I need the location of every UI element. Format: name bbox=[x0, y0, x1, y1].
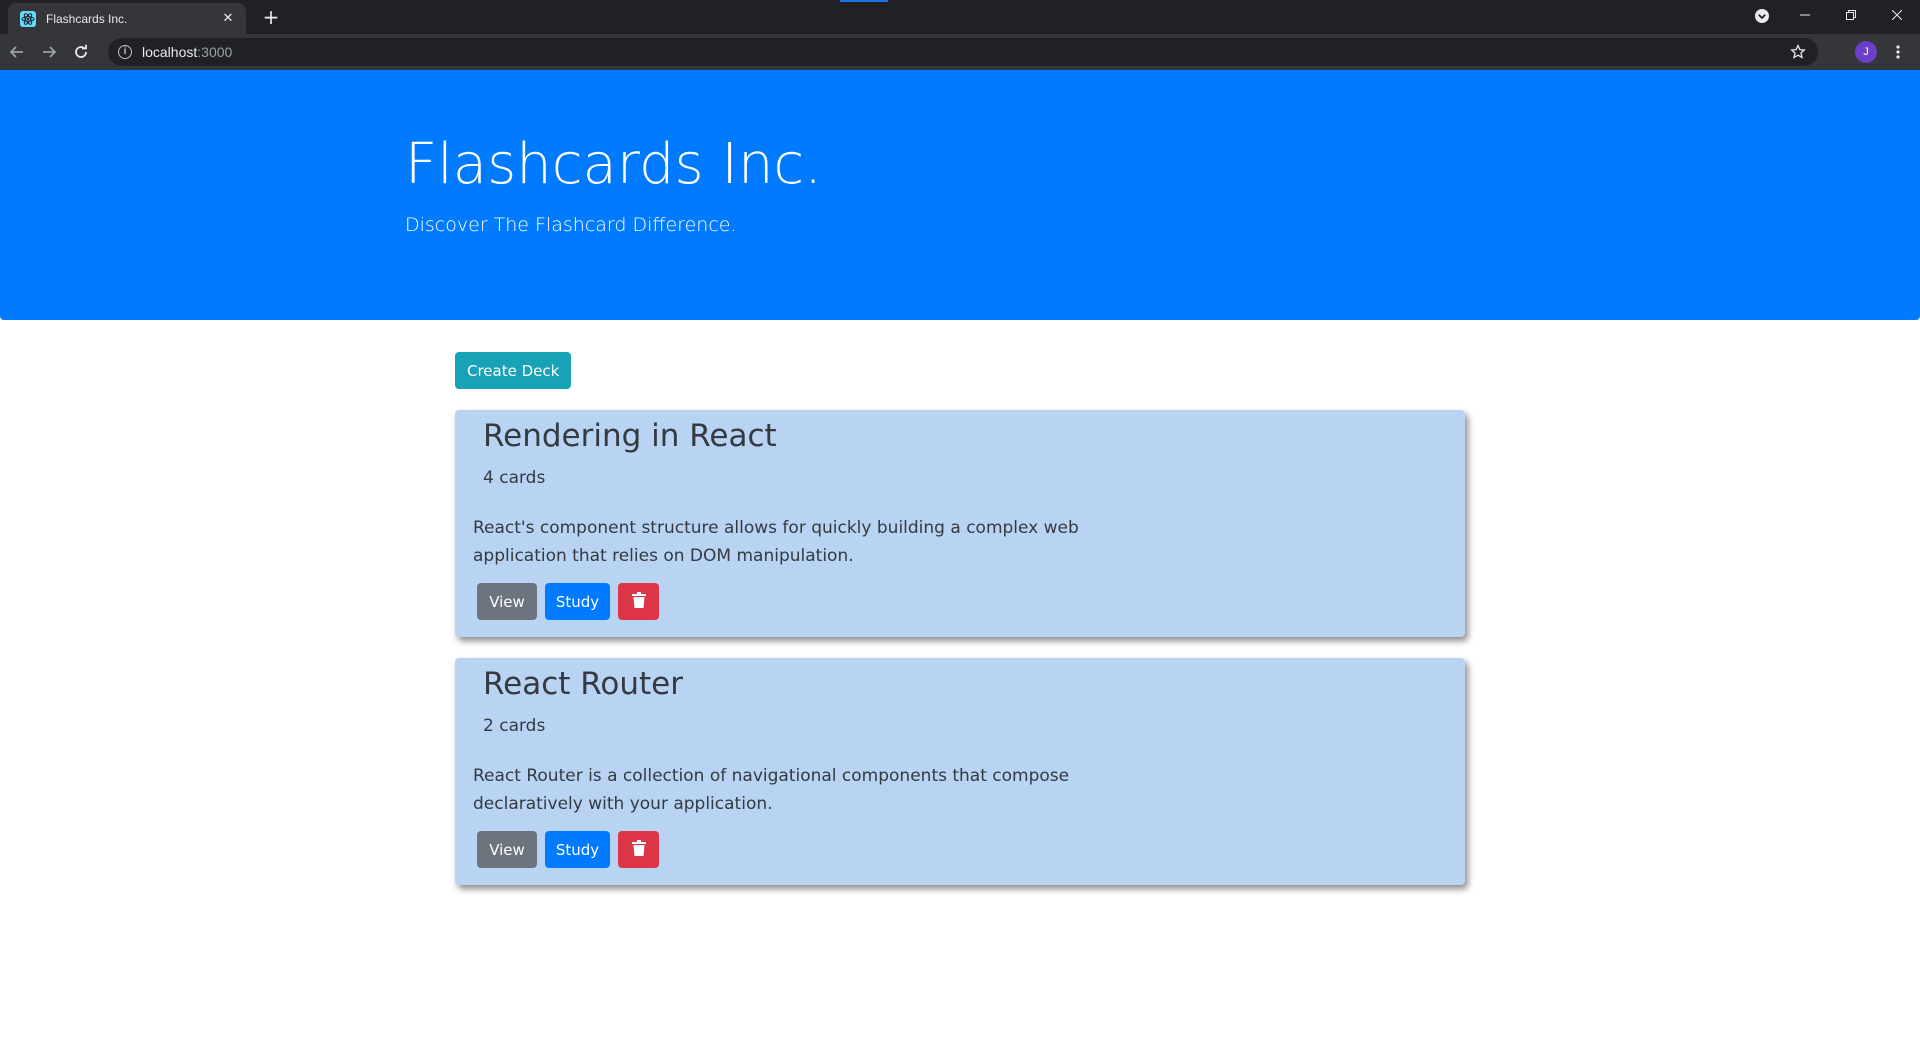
forward-arrow-icon[interactable] bbox=[34, 37, 64, 67]
tab-search-icon[interactable] bbox=[1754, 8, 1770, 28]
back-arrow-icon[interactable] bbox=[2, 37, 32, 67]
trash-icon bbox=[631, 591, 646, 612]
browser-toolbar: i localhost:3000 J bbox=[0, 34, 1920, 70]
page-title: Flashcards Inc. bbox=[405, 132, 823, 197]
site-info-icon[interactable]: i bbox=[118, 45, 132, 59]
url-port: :3000 bbox=[197, 44, 233, 60]
deck-actions: View Study bbox=[477, 583, 659, 620]
browser-tab-strip: Flashcards Inc. ✕ + bbox=[0, 0, 1920, 34]
browser-menu-icon[interactable] bbox=[1884, 38, 1912, 66]
delete-deck-button[interactable] bbox=[618, 831, 659, 868]
trash-icon bbox=[631, 839, 646, 860]
deck-card-count: 2 cards bbox=[483, 716, 546, 736]
close-tab-icon[interactable]: ✕ bbox=[220, 11, 236, 26]
deck-card-count: 4 cards bbox=[483, 468, 546, 488]
hero-banner: Flashcards Inc. Discover The Flashcard D… bbox=[0, 70, 1920, 320]
tab-indicator bbox=[840, 0, 888, 2]
study-deck-button[interactable]: Study bbox=[545, 831, 610, 868]
deck-card: React Router 2 cards React Router is a c… bbox=[455, 658, 1465, 885]
profile-avatar[interactable]: J bbox=[1855, 41, 1877, 63]
close-window-icon[interactable] bbox=[1874, 0, 1920, 30]
view-deck-button[interactable]: View bbox=[477, 583, 537, 620]
browser-tab[interactable]: Flashcards Inc. ✕ bbox=[8, 3, 246, 34]
window-controls bbox=[1782, 0, 1920, 30]
page-subtitle: Discover The Flashcard Difference. bbox=[405, 214, 737, 236]
deck-card: Rendering in React 4 cards React's compo… bbox=[455, 410, 1465, 637]
url-text: localhost:3000 bbox=[142, 44, 232, 60]
url-host: localhost bbox=[142, 44, 198, 60]
view-deck-button[interactable]: View bbox=[477, 831, 537, 868]
deck-title: React Router bbox=[483, 666, 684, 702]
address-bar[interactable]: i localhost:3000 bbox=[108, 38, 1818, 66]
create-deck-button[interactable]: Create Deck bbox=[455, 352, 572, 389]
study-deck-button[interactable]: Study bbox=[545, 583, 610, 620]
deck-title: Rendering in React bbox=[483, 418, 777, 454]
reload-icon[interactable] bbox=[66, 37, 96, 67]
deck-actions: View Study bbox=[477, 831, 659, 868]
minimize-icon[interactable] bbox=[1782, 0, 1828, 30]
tab-title: Flashcards Inc. bbox=[46, 11, 128, 26]
delete-deck-button[interactable] bbox=[618, 583, 659, 620]
deck-description: React Router is a collection of navigati… bbox=[473, 766, 1070, 814]
bookmark-star-icon[interactable] bbox=[1790, 43, 1806, 64]
react-logo-icon bbox=[20, 10, 36, 27]
deck-description: React's component structure allows for q… bbox=[473, 518, 1079, 566]
restore-icon[interactable] bbox=[1828, 0, 1874, 30]
new-tab-button[interactable]: + bbox=[258, 4, 284, 30]
